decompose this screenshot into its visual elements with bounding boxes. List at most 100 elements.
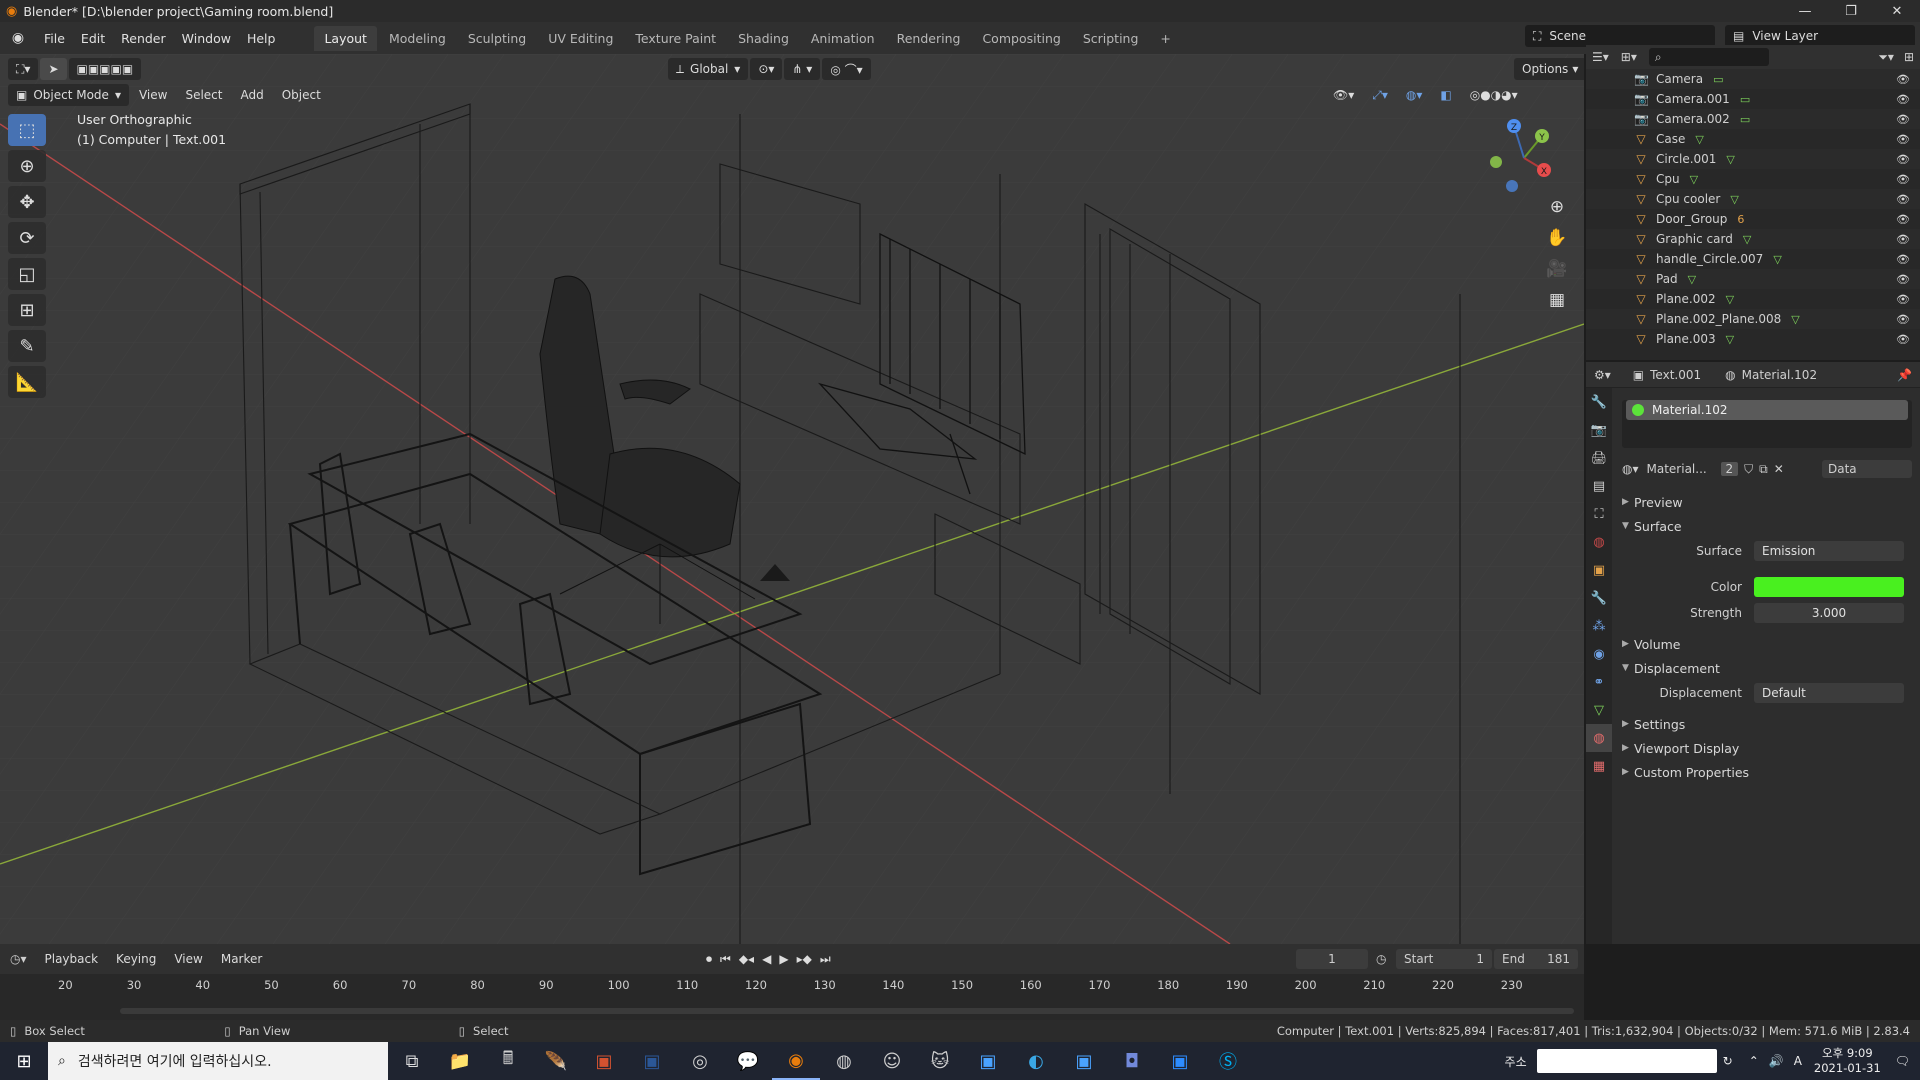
eye-icon[interactable]: 👁 [1896,153,1910,166]
tab-texture-paint[interactable]: Texture Paint [625,26,726,51]
unlink-icon[interactable]: ✕ [1774,462,1784,476]
transform-orientation-dropdown[interactable]: ⟂ Global ▾ [668,58,749,80]
properties-editor-icon[interactable]: ⚙▾ [1594,368,1611,382]
start-frame-field[interactable]: Start 1 [1396,949,1492,969]
current-frame-field[interactable]: 1 [1296,949,1368,969]
taskbar-app-powerpoint[interactable]: ▣ [580,1042,628,1080]
rotate-tool[interactable]: ⟳ [8,222,46,254]
taskbar-app-discord[interactable]: ◘ [1108,1042,1156,1080]
display-mode-icon[interactable]: ⊞▾ [1621,50,1637,64]
tab-scene[interactable]: ⛶ [1586,500,1612,528]
volume-icon[interactable]: 🔊 [1769,1054,1784,1068]
eye-icon[interactable]: 👁 [1896,213,1910,226]
panel-custom-properties[interactable]: ▶ Custom Properties [1622,760,1912,784]
tab-scripting[interactable]: Scripting [1073,26,1149,51]
blender-menu-icon[interactable]: ◉ [0,30,36,46]
maximize-button[interactable]: ❐ [1828,0,1874,22]
refresh-icon[interactable]: ↻ [1723,1054,1733,1068]
xray-toggle[interactable]: ◧ [1432,84,1459,106]
taskbar-app-blender[interactable]: ◉ [772,1042,820,1080]
eye-icon[interactable]: 👁 [1896,313,1910,326]
gizmo-toggle[interactable]: ⤢▾ [1364,84,1396,106]
preview-range-icon[interactable]: ◷ [1376,952,1386,966]
pin-icon[interactable]: 📌 [1897,368,1912,382]
panel-settings[interactable]: ▶ Settings [1622,712,1912,736]
taskbar-app-chrome[interactable]: ◍ [820,1042,868,1080]
material-slot[interactable]: Material.102 [1626,400,1908,420]
outliner-item[interactable]: ▽ Graphic card ▽ 👁 [1586,229,1920,249]
material-users-count[interactable]: 2 [1720,462,1739,476]
outliner-item[interactable]: ▽ handle_Circle.007 ▽ 👁 [1586,249,1920,269]
menu-render[interactable]: Render [113,31,174,46]
next-keyframe-icon[interactable]: ▸◆ [797,952,812,967]
tab-uv-editing[interactable]: UV Editing [538,26,623,51]
tab-compositing[interactable]: Compositing [972,26,1070,51]
menu-window[interactable]: Window [174,31,239,46]
taskbar-app-edge[interactable]: ◐ [1012,1042,1060,1080]
eye-icon[interactable]: 👁 [1896,273,1910,286]
tab-output[interactable]: 🖨 [1586,444,1612,472]
address-input[interactable] [1536,1049,1717,1073]
select-box-tool[interactable]: ⬚ [8,114,46,146]
record-button[interactable]: ⏺ [706,952,712,967]
outliner-item[interactable]: ▽ Door_Group 6 👁 [1586,209,1920,229]
menu-marker[interactable]: Marker [213,948,270,970]
menu-help[interactable]: Help [239,31,284,46]
surface-shader-field[interactable]: Emission [1754,541,1904,561]
zoom-button[interactable]: ⊕ [1542,192,1572,222]
menu-file[interactable]: File [36,31,73,46]
filter-icon[interactable]: ⏷▾ [1878,50,1894,65]
taskbar-app-overwatch[interactable]: ◎ [676,1042,724,1080]
breadcrumb-material[interactable]: Material.102 [1742,368,1817,382]
taskbar-app-blue[interactable]: ▣ [964,1042,1012,1080]
eye-icon[interactable]: 👁 [1896,193,1910,206]
tab-tool[interactable]: 🔧 [1586,388,1612,416]
menu-keying[interactable]: Keying [108,948,164,970]
material-browse-icon[interactable]: ◍▾ [1622,462,1639,476]
outliner-item[interactable]: ▽ Circle.001 ▽ 👁 [1586,149,1920,169]
taskbar-app-tool[interactable]: ▣ [1060,1042,1108,1080]
ortho-toggle-button[interactable]: ▦ [1542,285,1572,315]
strength-field[interactable]: 3.000 [1754,603,1904,623]
tab-view-layer[interactable]: ▤ [1586,472,1612,500]
panel-viewport-display[interactable]: ▶ Viewport Display [1622,736,1912,760]
panel-preview[interactable]: ▶ Preview [1622,490,1912,514]
tab-material[interactable]: ◍ [1586,724,1612,752]
overlays-toggle[interactable]: ◍▾ [1398,84,1431,106]
navigation-gizmo[interactable]: Y Z X [1484,114,1564,194]
proportional-edit-toggle[interactable]: ◎ ⌒▾ [822,58,871,80]
outliner-item[interactable]: ▽ Plane.002 ▽ 👁 [1586,289,1920,309]
shading-modes[interactable]: ◎●◑◕▾ [1462,84,1526,106]
color-swatch[interactable] [1754,577,1904,597]
move-tool[interactable]: ✥ [8,186,46,218]
ime-indicator[interactable]: A [1794,1054,1802,1068]
tab-animation[interactable]: Animation [801,26,885,51]
scene-selector[interactable]: ⛶ Scene [1525,25,1715,47]
add-workspace-button[interactable]: + [1150,26,1180,51]
clock[interactable]: 오후 9:09 2021-01-31 [1814,1046,1881,1076]
panel-surface[interactable]: ▼ Surface [1622,514,1912,538]
taskbar-search[interactable]: ⌕ 검색하려면 여기에 입력하십시오. [48,1042,388,1080]
camera-view-button[interactable]: 🎥 [1542,254,1572,284]
outliner-item[interactable]: 📷 Camera.001 ▭ 👁 [1586,89,1920,109]
outliner-item[interactable]: ▽ Pad ▽ 👁 [1586,269,1920,289]
taskbar-app-cat[interactable]: 🐱 [916,1042,964,1080]
mode-dropdown[interactable]: ▣ Object Mode ▾ [8,84,129,106]
jump-start-icon[interactable]: ⏮ [720,952,731,967]
eye-icon[interactable]: 👁 [1896,133,1910,146]
tab-world[interactable]: ◍ [1586,528,1612,556]
timeline-editor-icon[interactable]: ◷▾ [0,952,37,966]
outliner-item[interactable]: ▽ Cpu ▽ 👁 [1586,169,1920,189]
transform-tool[interactable]: ⊞ [8,294,46,326]
measure-tool[interactable]: 📐 [8,366,46,398]
link-dropdown[interactable]: Data [1822,460,1912,478]
outliner-item[interactable]: ▽ Cpu cooler ▽ 👁 [1586,189,1920,209]
close-button[interactable]: ✕ [1874,0,1920,22]
tab-shading[interactable]: Shading [728,26,799,51]
eye-icon[interactable]: 👁 [1896,233,1910,246]
tab-render[interactable]: 📷 [1586,416,1612,444]
taskbar-app-calculator[interactable]: 🖩 [484,1042,532,1080]
eye-icon[interactable]: 👁 [1896,333,1910,346]
tab-constraints[interactable]: ⚭ [1586,668,1612,696]
menu-view[interactable]: View [131,84,175,106]
